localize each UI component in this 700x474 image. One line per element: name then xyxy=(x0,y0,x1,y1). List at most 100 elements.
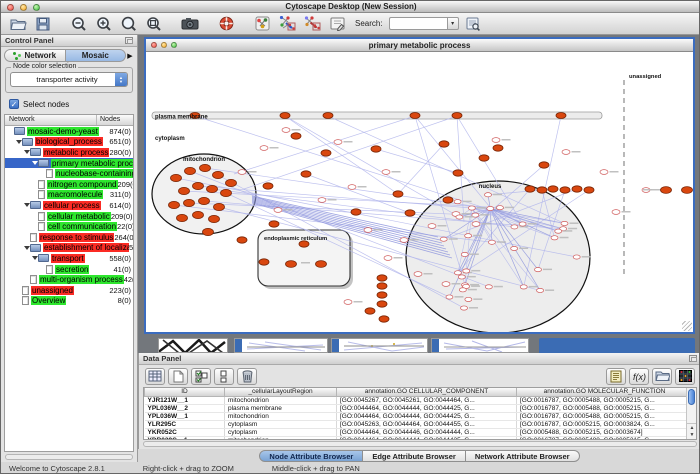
control-panel-tabs: Network Mosaic ▶ xyxy=(1,47,137,64)
delete-attribute-trash-icon[interactable] xyxy=(237,368,257,385)
expand-arrow-icon[interactable] xyxy=(15,140,22,144)
table-row[interactable]: YPL036W__1mitochondrion[GO:0044464, GO:0… xyxy=(145,412,693,420)
expand-arrow-icon[interactable] xyxy=(31,256,38,260)
node-unselected xyxy=(465,297,472,301)
background-frame-2[interactable] xyxy=(234,338,328,353)
tree-row[interactable]: establishment of localization558(0) xyxy=(5,243,133,254)
table-column-header[interactable]: _cellularLayoutRegion xyxy=(225,388,337,396)
help-lifebuoy-icon[interactable] xyxy=(215,14,237,33)
edge xyxy=(376,149,458,173)
table-horizontal-scrollbar[interactable] xyxy=(143,441,697,447)
tree-row[interactable]: mosaic-demo-yeast874(0) xyxy=(5,126,133,137)
network-view-titlebar[interactable]: primary metabolic process xyxy=(146,39,693,52)
float-data-panel-icon[interactable] xyxy=(689,355,697,362)
node-transporter xyxy=(184,199,195,206)
tree-row[interactable]: Overview8(0) xyxy=(5,296,133,307)
tree-row[interactable]: biological_process651(0) xyxy=(5,137,133,148)
table-row[interactable]: YDR039C__1mitochondrion[GO:0044464, GO:0… xyxy=(145,436,693,440)
search-input[interactable] xyxy=(389,17,447,30)
node-unselected xyxy=(318,198,326,203)
tree-row[interactable]: cell communication22(0) xyxy=(5,221,133,232)
search-dropdown-arrow-icon[interactable]: ▾ xyxy=(447,17,459,30)
node-label-mark xyxy=(643,189,652,191)
create-new-attribute-icon[interactable] xyxy=(168,368,188,385)
node-unselected xyxy=(442,282,450,287)
expand-arrow-icon[interactable] xyxy=(31,161,38,165)
background-frame-5[interactable] xyxy=(539,338,695,353)
tree-row[interactable]: nitrogen compound209(0) xyxy=(5,179,133,190)
zoom-fit-icon[interactable] xyxy=(143,14,165,33)
tree-row[interactable]: unassigned223(0) xyxy=(5,285,133,296)
advanced-search-icon[interactable] xyxy=(462,14,484,33)
frame-resize-grip[interactable] xyxy=(682,321,692,331)
tree-row[interactable]: nucleobase-containing209(0) xyxy=(5,168,133,179)
network-view-frame[interactable]: primary metabolic process plasma membran… xyxy=(144,37,695,334)
region-label-nucleus: nucleus xyxy=(479,184,502,190)
table-cell: YLR295C xyxy=(145,420,225,428)
vizmapper-icon[interactable] xyxy=(251,14,273,33)
network-canvas[interactable]: plasma membranecytoplasmmitochondrionnuc… xyxy=(146,52,693,332)
tree-row[interactable]: secretion41(0) xyxy=(5,264,133,275)
tree-item-label: cell communication xyxy=(47,222,117,231)
node-unselected xyxy=(511,246,518,250)
tree-row[interactable]: multi-organism process42(0) xyxy=(5,274,133,285)
layout-network-b-icon[interactable] xyxy=(301,14,323,33)
layout-network-a-icon[interactable] xyxy=(276,14,298,33)
table-row[interactable]: YJR121W__1mitochondrion[GO:0045267, GO:0… xyxy=(145,396,693,404)
node-label-mark xyxy=(344,141,353,143)
folder-icon xyxy=(38,254,49,262)
scrollbar-arrows-icon[interactable]: ▲▼ xyxy=(687,423,697,439)
tree-row[interactable]: response to stimulus264(0) xyxy=(5,232,133,243)
tree-row[interactable]: metabolic process280(0) xyxy=(5,147,133,158)
table-column-header[interactable]: ID xyxy=(145,388,225,396)
tab-edge-attribute-browser[interactable]: Edge Attribute Browser xyxy=(363,450,465,462)
select-all-attributes-icon[interactable] xyxy=(191,368,211,385)
scrollbar-thumb[interactable] xyxy=(688,389,695,405)
expand-arrow-icon[interactable] xyxy=(23,203,30,207)
expand-arrow-icon[interactable] xyxy=(23,150,30,154)
tab-network[interactable]: Network xyxy=(4,49,66,62)
table-row[interactable]: YLR295Ccytoplasm[GO:0045263, GO:0044464,… xyxy=(145,420,693,428)
control-panel-hscrollbar[interactable] xyxy=(5,454,133,460)
import-attributes-icon[interactable] xyxy=(606,368,626,385)
node-color-select[interactable]: transporter activity ▲▼ xyxy=(10,72,128,87)
tree-col-network[interactable]: Network xyxy=(5,115,97,125)
float-panel-icon[interactable] xyxy=(125,37,133,44)
attribute-matrix-icon[interactable] xyxy=(675,368,695,385)
tree-col-nodes[interactable]: Nodes xyxy=(97,115,133,125)
tab-network-attribute-browser[interactable]: Network Attribute Browser xyxy=(466,450,580,462)
node-unselected xyxy=(562,150,570,155)
network-view-title: primary metabolic process xyxy=(146,41,693,50)
snapshot-camera-icon[interactable] xyxy=(179,14,201,33)
table-row[interactable]: YPL036W__2plasma membrane[GO:0044464, GO… xyxy=(145,404,693,412)
tree-row[interactable]: cellular metabolic209(0) xyxy=(5,211,133,222)
zoom-in-icon[interactable] xyxy=(93,14,115,33)
expand-arrow-icon[interactable] xyxy=(23,246,30,250)
zoom-out-icon[interactable] xyxy=(68,14,90,33)
table-vertical-scrollbar[interactable]: ▲▼ xyxy=(686,388,696,439)
tab-node-attribute-browser[interactable]: Node Attribute Browser xyxy=(259,450,363,462)
zoom-selected-icon[interactable] xyxy=(118,14,140,33)
background-frame-4[interactable] xyxy=(431,338,529,353)
select-attributes-icon[interactable] xyxy=(145,368,165,385)
table-column-header[interactable]: annotation.GO MOLECULAR_FUNCTION xyxy=(517,388,693,396)
tree-row[interactable]: transport558(0) xyxy=(5,253,133,264)
save-session-icon[interactable] xyxy=(32,14,54,33)
open-attribute-file-icon[interactable] xyxy=(652,368,672,385)
table-row[interactable]: YKR052Ccytoplasm[GO:0044464, GO:0044446,… xyxy=(145,428,693,436)
tree-row[interactable]: primary metabolic process209(... xyxy=(5,158,133,169)
unselect-all-attributes-icon[interactable] xyxy=(214,368,234,385)
tab-overflow-arrow-icon[interactable]: ▶ xyxy=(126,52,134,60)
background-frame-1[interactable] xyxy=(158,338,228,353)
open-file-icon[interactable] xyxy=(7,14,29,33)
formula-builder-icon[interactable]: f(x) xyxy=(629,368,649,385)
background-frame-3[interactable] xyxy=(331,338,428,353)
annotation-icon[interactable] xyxy=(326,14,348,33)
table-column-header[interactable]: annotation.GO CELLULAR_COMPONENT xyxy=(337,388,517,396)
tab-mosaic[interactable]: Mosaic xyxy=(66,49,127,62)
tree-item-node-count: 8(0) xyxy=(118,296,133,305)
tree-row[interactable]: macromolecule311(0) xyxy=(5,190,133,201)
tree-row[interactable]: cellular process614(0) xyxy=(5,200,133,211)
tree-item-node-count: 874(0) xyxy=(109,127,133,136)
select-nodes-checkbox[interactable]: ✓ xyxy=(9,99,19,109)
